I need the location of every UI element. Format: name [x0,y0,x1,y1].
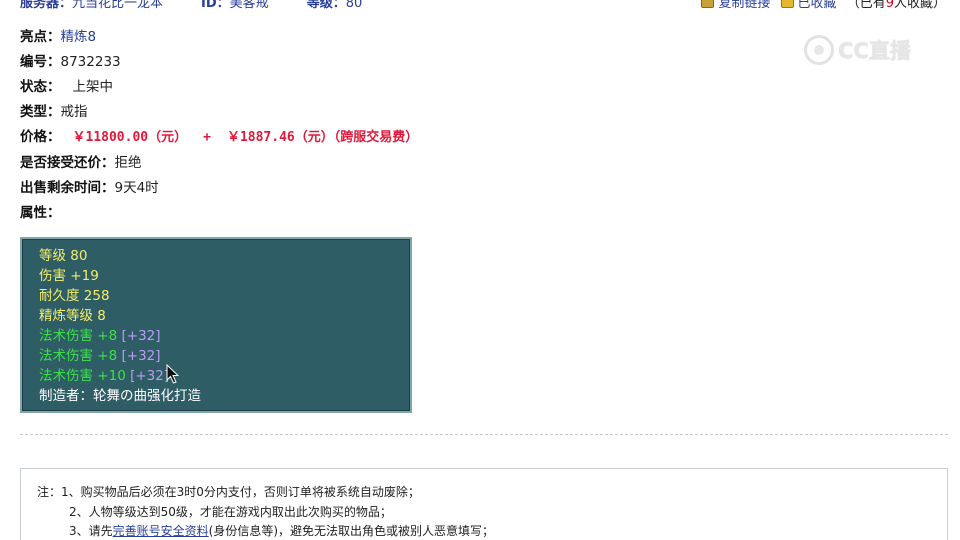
attr-magic-damage-1: 法术伤害 +8 [+32] [39,328,161,344]
serial-label: 编号： [20,54,61,70]
price-main: ￥11800.00（元） [72,130,188,145]
type-label: 类型： [20,104,61,120]
price-label: 价格： [20,129,61,145]
item-attributes-panel: 等级 80 伤害 +19 耐久度 258 精炼等级 8 法术伤害 +8 [+32… [20,237,412,413]
level-value: 80 [345,0,363,11]
favorite-icon[interactable] [780,0,794,8]
highlight-label: 亮点： [20,29,61,45]
top-actions: 复制链接 已收藏 （已有9人收藏） [701,0,946,11]
attr-magic-damage-3: 法术伤害 +10 [+32] [39,368,170,384]
attr-magic-damage-2: 法术伤害 +8 [+32] [39,348,161,364]
id-label: ID： [201,0,230,11]
copy-link-icon[interactable] [701,0,715,8]
attr-durability: 耐久度 258 [39,288,110,304]
attr-magic-bonus-3: [+32] [130,368,170,384]
attributes-row: 属性： [20,203,61,223]
mouse-cursor-icon [166,364,180,384]
remaining-value: 9天4时 [114,180,159,196]
fav-count: 9 [885,0,894,11]
serial-row: 编号：8732233 [20,52,121,72]
status-value: 上架中 [72,79,114,95]
attr-magic-bonus-1: [+32] [121,328,161,344]
status-row: 状态： 上架中 [20,77,113,97]
price-fee: ￥1887.46（元）（跨服交易费） [226,130,419,145]
price-row: 价格： ￥11800.00（元） + ￥1887.46（元）（跨服交易费） [20,127,418,147]
id-value: 美客戒 [229,0,269,11]
highlight-row: 亮点：精炼8 [20,27,96,47]
attributes-label: 属性： [20,205,61,221]
server-label: 服务器： [20,0,73,11]
attr-refine-level: 精炼等级 8 [39,308,106,324]
highlight-value: 精炼8 [60,29,97,45]
notice-line-3: 3、请先完善账号安全资料(身份信息等)，避免无法取出角色或被别人恶意填写； [69,524,495,538]
fav-count-text: （已有9人收藏） [847,0,946,11]
type-value: 戒指 [60,104,88,120]
bargain-value: 拒绝 [114,155,142,171]
top-info-bar: 服务器：九当花比一龙本 ID：美客戒 等级：80 复制链接 已收藏 （已有9人收藏） [0,0,960,11]
cc-live-watermark: CC直播 [804,32,934,68]
server-value: 九当花比一龙本 [72,0,164,11]
purchase-notice-box: 注：1、购买物品后必须在3时0分内支付，否则订单将被系统自动废除； 2、人物等级… [20,468,948,540]
copy-link-button[interactable]: 复制链接 [718,0,770,11]
account-security-link[interactable]: 完善账号安全资料 [113,524,209,538]
remaining-label: 出售剩余时间： [20,180,115,196]
price-plus: + [203,130,211,145]
attr-damage: 伤害 +19 [39,268,99,284]
server-info: 服务器：九当花比一龙本 ID：美客戒 等级：80 [20,0,362,11]
watermark-logo-icon [804,35,834,65]
notice-line-1: 注：1、购买物品后必须在3时0分内支付，否则订单将被系统自动废除； [37,485,420,499]
bargain-label: 是否接受还价： [20,155,115,171]
level-label: 等级： [306,0,346,11]
section-divider [20,434,948,435]
status-label: 状态： [20,79,61,95]
serial-value: 8732233 [60,54,121,70]
attr-maker: 制造者：轮舞の曲强化打造 [39,388,201,404]
type-row: 类型：戒指 [20,102,88,122]
attr-magic-bonus-2: [+32] [121,348,161,364]
notice-line-2: 2、人物等级达到50级，才能在游戏内取出此次购买的物品； [69,505,392,519]
remaining-time-row: 出售剩余时间：9天4时 [20,178,159,198]
attr-level: 等级 80 [39,248,88,264]
bargain-row: 是否接受还价：拒绝 [20,153,142,173]
watermark-text: CC直播 [838,39,911,63]
favorited-button[interactable]: 已收藏 [798,0,837,11]
